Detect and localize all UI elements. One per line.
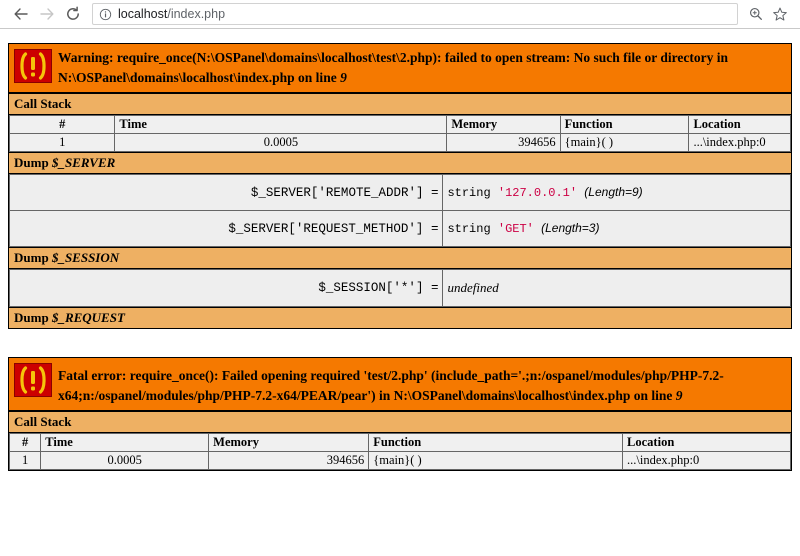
cell-time: 0.0005: [40, 451, 210, 471]
col-header-num: #: [8, 115, 116, 135]
warning-banner: Warning: require_once(N:\OSPanel\domains…: [9, 44, 791, 94]
error-exclamation-icon: [9, 44, 52, 88]
call-stack-table: # Time Memory Function Location 1 0.0005…: [8, 115, 791, 153]
dump-value-type: string: [447, 222, 491, 237]
dump-value: undefined: [442, 269, 791, 308]
dump-request-title-prefix: Dump: [14, 310, 52, 326]
dump-value-length: (Length=9): [584, 185, 643, 200]
fatal-banner: Fatal error: require_once(): Failed open…: [9, 358, 791, 412]
table-header-row: # Time Memory Function Location: [8, 115, 791, 135]
table-row: 1 0.0005 394656 {main}( ) ...\index.php:…: [8, 451, 791, 471]
fatal-call-stack-title: Call Stack: [9, 411, 791, 434]
back-button[interactable]: [8, 2, 34, 26]
dump-session-title-var: $_SESSION: [51, 250, 120, 266]
table-header-row: # Time Memory Function Location: [8, 433, 791, 453]
xdebug-warning-block: Warning: require_once(N:\OSPanel\domains…: [8, 43, 792, 330]
dump-server-title-var: $_SERVER: [51, 155, 116, 171]
cell-memory: 394656: [446, 133, 561, 153]
warning-message: Warning: require_once(N:\OSPanel\domains…: [52, 44, 791, 92]
zoom-icon[interactable]: [744, 3, 768, 25]
fatal-message-text: Fatal error: require_once(): Failed open…: [58, 368, 724, 403]
fatal-message: Fatal error: require_once(): Failed open…: [52, 358, 791, 410]
col-header-memory: Memory: [446, 115, 561, 135]
dump-session-title: Dump $_SESSION: [9, 247, 791, 270]
dump-key: $_SESSION['*'] =: [8, 269, 444, 308]
warning-message-text: Warning: require_once(N:\OSPanel\domains…: [58, 50, 728, 85]
dump-server-table: $_SERVER['REMOTE_ADDR'] = string '127.0.…: [8, 174, 791, 248]
error-exclamation-icon: [9, 358, 52, 402]
dump-row: $_SERVER['REQUEST_METHOD'] = string 'GET…: [8, 210, 791, 248]
col-header-time: Time: [114, 115, 448, 135]
dump-value-type: string: [447, 186, 491, 201]
cell-function: {main}( ): [368, 451, 624, 471]
col-header-function: Function: [559, 115, 690, 135]
cell-time: 0.0005: [114, 133, 448, 153]
dump-value-string: '127.0.0.1': [497, 186, 578, 201]
forward-button[interactable]: [34, 2, 60, 26]
dump-server-title-prefix: Dump: [14, 155, 52, 171]
fatal-line-number: 9: [675, 387, 683, 403]
page-content: Warning: require_once(N:\OSPanel\domains…: [0, 43, 800, 472]
dump-value-length: (Length=3): [541, 221, 600, 236]
col-header-time: Time: [40, 433, 210, 453]
col-header-location: Location: [688, 115, 791, 135]
cell-location: ...\index.php:0: [622, 451, 791, 471]
dump-value: string 'GET' (Length=3): [442, 210, 791, 248]
site-info-icon[interactable]: [99, 8, 112, 21]
table-row: 1 0.0005 394656 {main}( ) ...\index.php:…: [8, 133, 791, 153]
col-header-function: Function: [368, 433, 624, 453]
col-header-num: #: [8, 433, 42, 453]
address-bar[interactable]: localhost/index.php: [92, 3, 738, 25]
col-header-location: Location: [622, 433, 791, 453]
dump-server-title: Dump $_SERVER: [9, 152, 791, 175]
dump-session-title-prefix: Dump: [14, 250, 52, 266]
cell-location: ...\index.php:0: [688, 133, 791, 153]
col-header-memory: Memory: [208, 433, 370, 453]
warning-line-number: 9: [340, 69, 347, 85]
dump-session-table: $_SESSION['*'] = undefined: [8, 269, 791, 308]
reload-button[interactable]: [60, 2, 86, 26]
cell-num: 1: [8, 451, 42, 471]
xdebug-fatal-block: Fatal error: require_once(): Failed open…: [8, 357, 792, 472]
browser-toolbar: localhost/index.php: [0, 0, 800, 29]
dump-row: $_SERVER['REMOTE_ADDR'] = string '127.0.…: [8, 174, 791, 212]
url-path: /index.php: [167, 7, 226, 21]
dump-value-string: 'GET': [497, 222, 534, 237]
dump-key: $_SERVER['REQUEST_METHOD'] =: [8, 210, 444, 248]
url-text: localhost/index.php: [118, 4, 225, 24]
call-stack-title: Call Stack: [9, 93, 791, 116]
fatal-call-stack-table: # Time Memory Function Location 1 0.0005…: [8, 433, 791, 471]
url-host: localhost: [118, 7, 168, 21]
dump-key: $_SERVER['REMOTE_ADDR'] =: [8, 174, 444, 212]
dump-row: $_SESSION['*'] = undefined: [8, 269, 791, 308]
cell-memory: 394656: [208, 451, 370, 471]
dump-value-undefined: undefined: [447, 280, 499, 296]
bookmark-star-icon[interactable]: [768, 3, 792, 25]
cell-num: 1: [8, 133, 116, 153]
toolbar-actions: [744, 3, 792, 25]
dump-value: string '127.0.0.1' (Length=9): [442, 174, 791, 212]
dump-request-title: Dump $_REQUEST: [9, 307, 791, 329]
cell-function: {main}( ): [559, 133, 690, 153]
dump-request-title-var: $_REQUEST: [51, 310, 125, 326]
